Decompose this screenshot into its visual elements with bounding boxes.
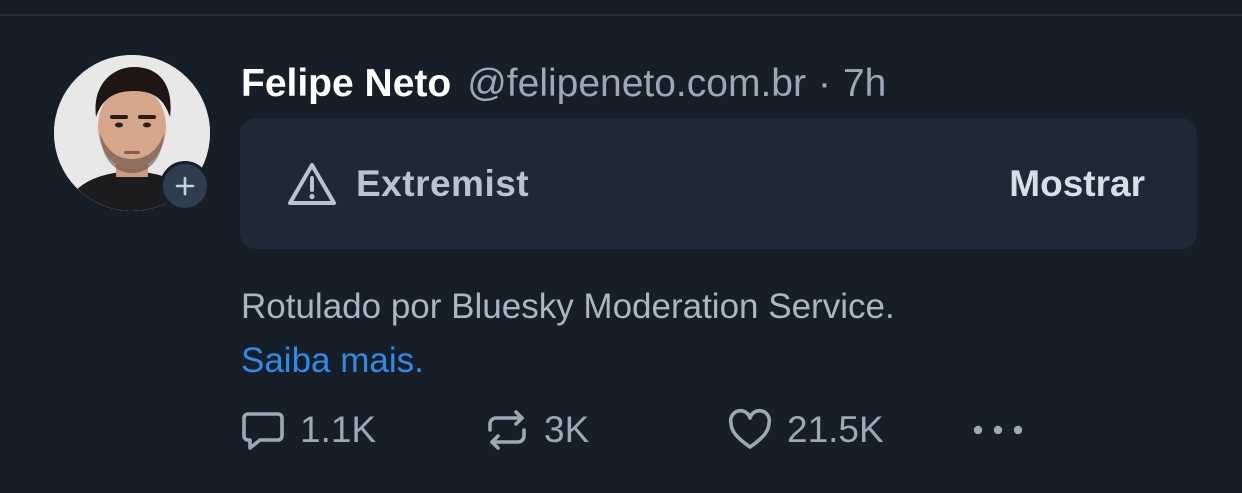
repost-icon	[488, 410, 526, 450]
post-actions: 1.1K 3K 21.5K	[240, 400, 1040, 460]
show-content-button[interactable]: Mostrar	[1009, 118, 1145, 249]
warning-triangle-icon	[288, 162, 336, 205]
ellipsis-icon	[973, 425, 1023, 435]
reply-icon	[242, 412, 284, 450]
learn-more-link[interactable]: Saiba mais.	[241, 341, 424, 380]
moderation-note-text: Rotulado por Bluesky Moderation Service.	[241, 287, 895, 326]
repost-button[interactable]: 3K	[484, 400, 589, 460]
like-count: 21.5K	[787, 409, 884, 450]
post: Felipe Neto @felipeneto.com.br · 7h Extr…	[0, 0, 1242, 493]
heart-icon	[728, 408, 772, 449]
content-label-card[interactable]: Extremist Mostrar	[240, 118, 1197, 249]
plus-icon	[175, 176, 195, 196]
content-label-text: Extremist	[356, 162, 530, 204]
author-display-name[interactable]: Felipe Neto	[241, 62, 451, 106]
like-button[interactable]: 21.5K	[727, 400, 884, 460]
content-label: Extremist	[286, 118, 529, 249]
post-header: Felipe Neto @felipeneto.com.br · 7h	[241, 62, 886, 114]
author-handle[interactable]: @felipeneto.com.br	[467, 62, 806, 106]
repost-count: 3K	[544, 409, 590, 450]
reply-button[interactable]: 1.1K	[240, 400, 376, 460]
post-timestamp[interactable]: 7h	[843, 62, 886, 106]
reply-count: 1.1K	[300, 409, 377, 450]
moderation-note: Rotulado por Bluesky Moderation Service.…	[241, 280, 1181, 388]
follow-button[interactable]	[160, 161, 210, 211]
author-avatar-wrapper[interactable]	[54, 55, 212, 213]
header-separator: ·	[817, 62, 831, 105]
more-options-button[interactable]	[970, 400, 1026, 460]
